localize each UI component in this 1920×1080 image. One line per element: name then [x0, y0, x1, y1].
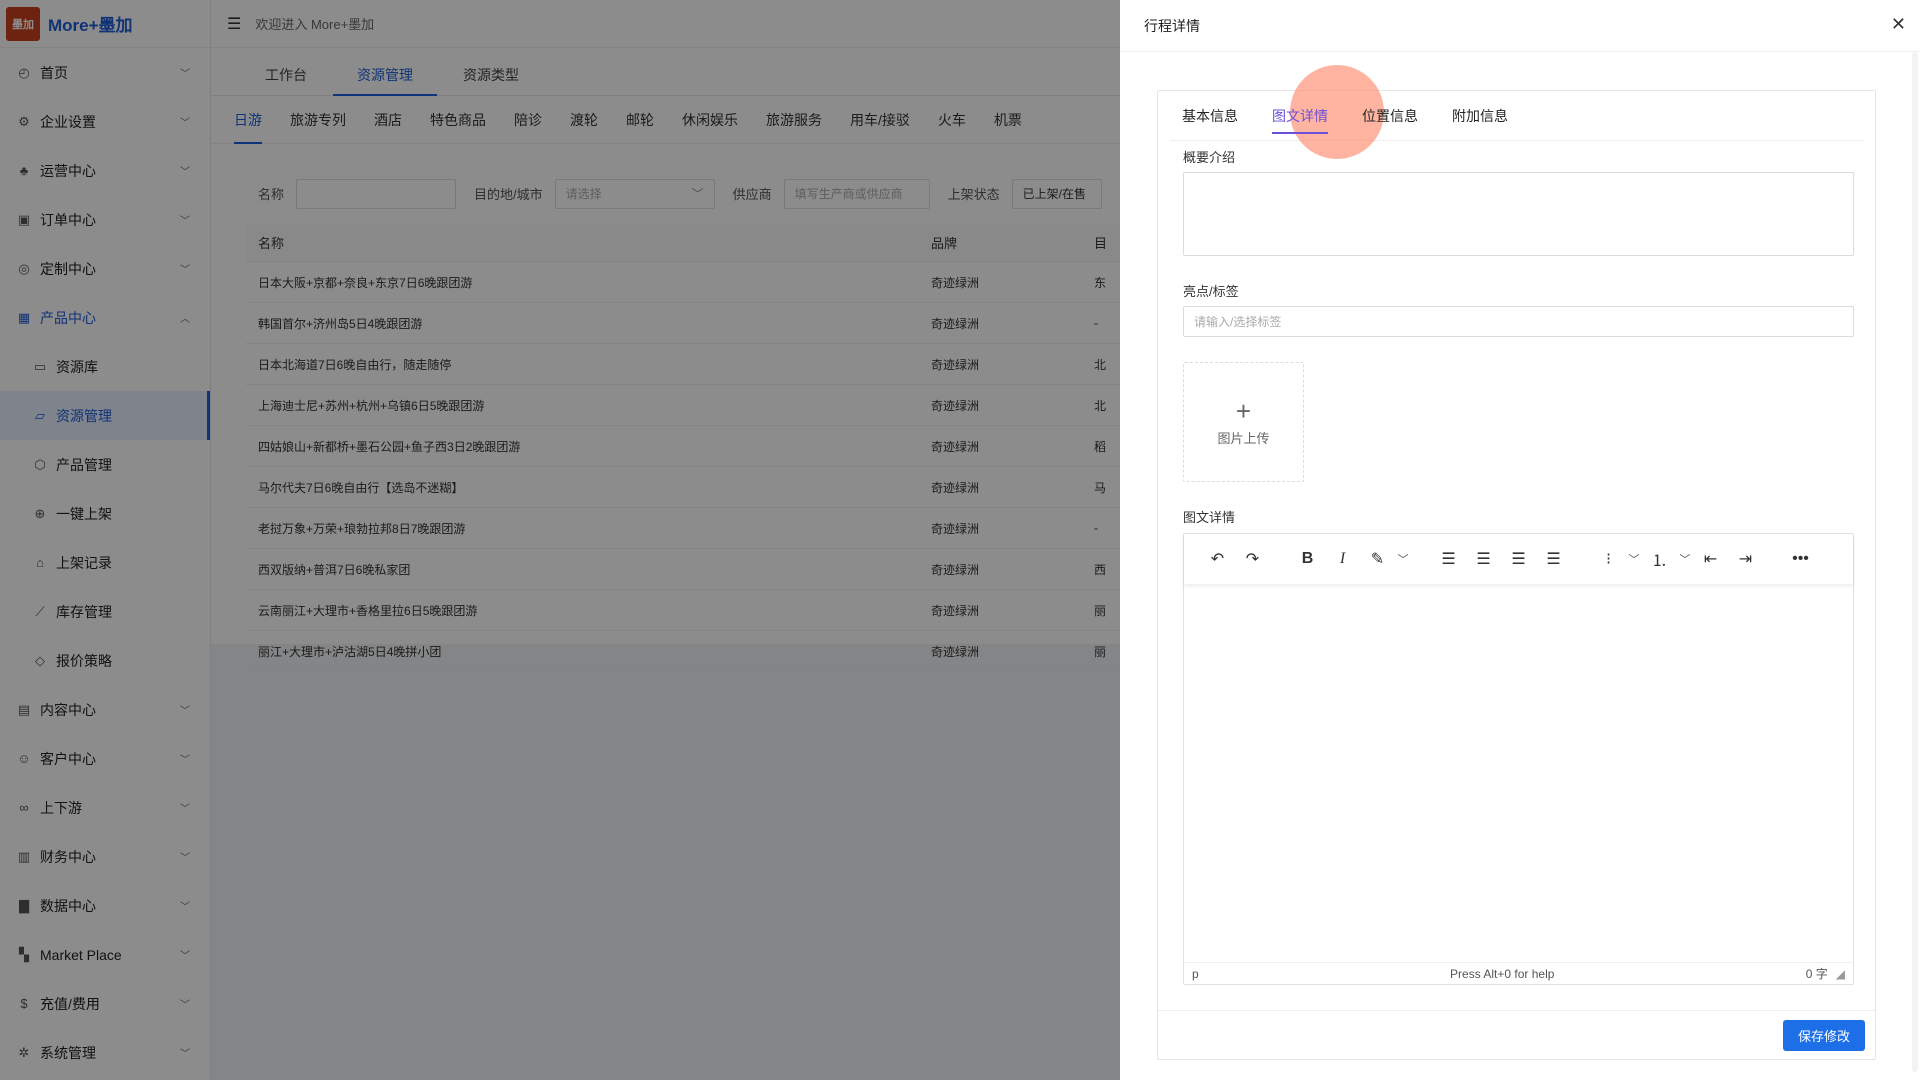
italic-icon[interactable]: I	[1325, 550, 1360, 568]
more-icon[interactable]: •••	[1783, 550, 1818, 568]
close-icon[interactable]: ✕	[1891, 14, 1906, 35]
tags-input[interactable]: 请输入/选择标签	[1183, 306, 1854, 337]
tags-label: 亮点/标签	[1183, 284, 1239, 299]
panel-footer-divider	[1158, 1010, 1875, 1011]
chevron-down-icon[interactable]: ﹀	[1626, 551, 1642, 567]
drawer-title: 行程详情	[1144, 17, 1200, 34]
element-path[interactable]: p	[1192, 967, 1199, 981]
summary-label: 概要介绍	[1183, 150, 1236, 165]
itinerary-drawer: 行程详情 ✕ 基本信息 图文详情 位置信息 附加信息 概要介绍 亮点/标签 请输…	[1120, 0, 1920, 1080]
upload-label: 图片上传	[1217, 430, 1270, 446]
tab-location-info[interactable]: 位置信息	[1362, 106, 1418, 126]
undo-icon[interactable]: ↶	[1200, 549, 1235, 569]
chevron-down-icon[interactable]: ﹀	[1395, 551, 1411, 567]
drawer-scrollbar[interactable]	[1912, 52, 1918, 1072]
resize-handle-icon[interactable]: ◢	[1836, 967, 1845, 981]
align-left-icon[interactable]: ☰	[1431, 549, 1466, 569]
detail-panel: 基本信息 图文详情 位置信息 附加信息 概要介绍 亮点/标签 请输入/选择标签 …	[1157, 65, 1876, 1060]
drawer-tabs: 基本信息 图文详情 位置信息 附加信息	[1170, 65, 1863, 159]
editor-toolbar: ↶ ↷ B I ✎ ﹀ ☰ ☰ ☰ ☰ ⁝ ﹀ ⒈ ﹀ ⇤ ⇥ •••	[1184, 534, 1853, 584]
align-center-icon[interactable]: ☰	[1466, 549, 1501, 569]
editor-statusbar: p Press Alt+0 for help 0 字 ◢	[1184, 962, 1853, 984]
app-root: 墨加 More+墨加 ◴ 首页 ﹀ ⚙ 企业设置 ﹀ ♣ 运营中心 ﹀ ▣ 订单中心 ﹀ ◎ 定制…	[0, 0, 1920, 1080]
align-right-icon[interactable]: ☰	[1501, 549, 1536, 569]
rich-text-editor: ↶ ↷ B I ✎ ﹀ ☰ ☰ ☰ ☰ ⁝ ﹀ ⒈ ﹀ ⇤ ⇥ ••• p Pr…	[1183, 533, 1854, 985]
plus-icon: +	[1235, 395, 1252, 426]
chevron-down-icon[interactable]: ﹀	[1677, 551, 1693, 567]
help-hint: Press Alt+0 for help	[1450, 966, 1555, 981]
indent-icon[interactable]: ⇥	[1728, 549, 1763, 569]
tab-extra-info[interactable]: 附加信息	[1452, 106, 1508, 126]
bullet-list-icon[interactable]: ⁝	[1591, 549, 1626, 569]
word-count[interactable]: 0 字	[1806, 965, 1828, 982]
tab-rich-detail[interactable]: 图文详情	[1272, 106, 1328, 134]
summary-textarea[interactable]	[1183, 172, 1854, 256]
outdent-icon[interactable]: ⇤	[1693, 549, 1728, 569]
redo-icon[interactable]: ↷	[1235, 549, 1270, 569]
bold-icon[interactable]: B	[1290, 550, 1325, 568]
drawer-header: 行程详情	[1120, 0, 1920, 52]
save-button[interactable]: 保存修改	[1783, 1020, 1865, 1051]
image-upload[interactable]: + 图片上传	[1183, 362, 1304, 482]
editor-content[interactable]	[1184, 584, 1853, 962]
rich-detail-label: 图文详情	[1183, 510, 1236, 525]
numbered-list-icon[interactable]: ⒈	[1642, 547, 1677, 571]
highlight-icon[interactable]: ✎	[1360, 549, 1395, 569]
tab-basic-info[interactable]: 基本信息	[1182, 106, 1238, 126]
align-justify-icon[interactable]: ☰	[1536, 549, 1571, 569]
